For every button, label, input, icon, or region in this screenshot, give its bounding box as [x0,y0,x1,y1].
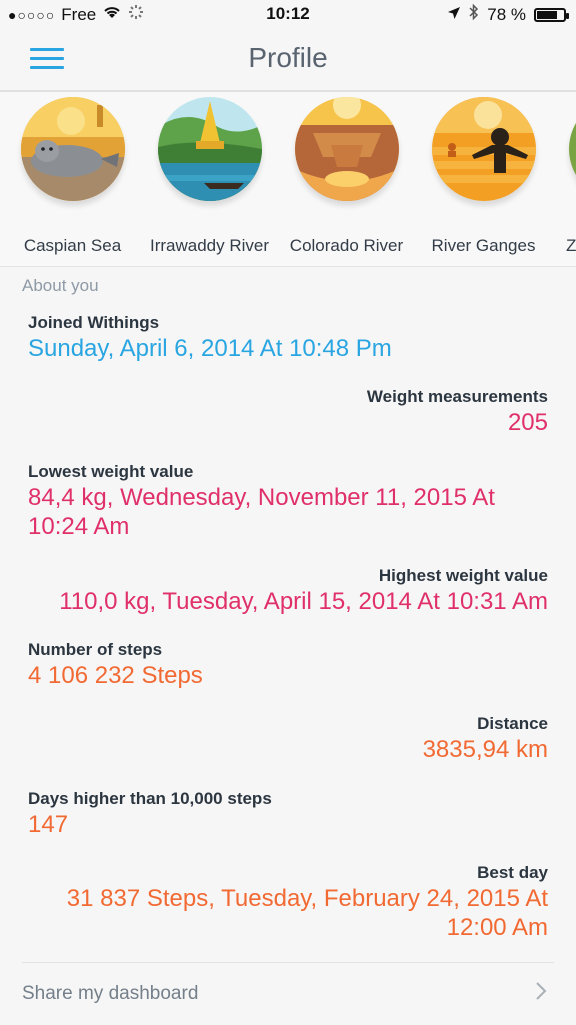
section-title: About you [22,276,99,296]
stat-best-day: Best day 31 837 Steps, Tuesday, February… [58,863,548,942]
page-title: Profile [0,42,576,74]
stat-label: Best day [58,863,548,883]
stat-highest-weight: Highest weight value 110,0 kg, Tuesday, … [28,566,548,616]
badge-label: River Ganges [415,236,552,256]
chevron-right-icon [534,980,548,1009]
navigation-bar: Profile [0,30,576,92]
stat-value: 3835,94 km [28,735,548,764]
stat-label: Joined Withings [28,313,548,333]
badge-label: Colorado River [278,236,415,256]
stat-value: 205 [28,408,548,437]
stat-label: Number of steps [28,640,548,660]
stat-value: 84,4 kg, Wednesday, November 11, 2015 At… [28,483,508,541]
battery-percent: 78 % [487,5,526,25]
stat-joined: Joined Withings Sunday, April 6, 2014 At… [28,313,548,363]
badge-label: Caspian Sea [4,236,141,256]
badge-colorado-river[interactable]: Colorado River [278,92,415,201]
badge-label: Z [566,236,576,256]
stat-value: Sunday, April 6, 2014 At 10:48 Pm [28,334,548,363]
stat-distance: Distance 3835,94 km [28,714,548,764]
badge-caspian-sea[interactable]: Caspian Sea [4,92,141,201]
stat-lowest-weight: Lowest weight value 84,4 kg, Wednesday, … [28,462,508,541]
battery-icon [534,8,566,22]
share-label: Share my dashboard [22,983,198,1005]
stat-label: Lowest weight value [28,462,508,482]
stat-steps: Number of steps 4 106 232 Steps [28,640,548,690]
badge-river-ganges[interactable]: River Ganges [415,92,552,201]
stat-value: 4 106 232 Steps [28,661,548,690]
bather-illustration-icon [432,97,536,201]
bluetooth-icon [469,4,479,25]
stat-value: 31 837 Steps, Tuesday, February 24, 2015… [58,884,548,942]
stat-value: 147 [28,810,548,839]
status-bar: ●○○○○ Free 10:12 78 % [0,0,576,30]
stat-label: Highest weight value [28,566,548,586]
location-arrow-icon [447,5,461,25]
stat-label: Distance [28,714,548,734]
seal-illustration-icon [21,97,125,201]
stat-label: Weight measurements [28,387,548,407]
badge-partial[interactable]: Z [552,92,576,201]
stat-value: 110,0 kg, Tuesday, April 15, 2014 At 10:… [28,587,548,616]
stat-weight-measurements: Weight measurements 205 [28,387,548,437]
stat-days-over-10000: Days higher than 10,000 steps 147 [28,789,548,839]
pagoda-illustration-icon [158,97,262,201]
stat-label: Days higher than 10,000 steps [28,789,548,809]
status-right: 78 % [447,4,566,25]
badge-label: Irrawaddy River [141,236,278,256]
canyon-illustration-icon [295,97,399,201]
share-dashboard-row[interactable]: Share my dashboard [22,962,554,1025]
badge-irrawaddy-river[interactable]: Irrawaddy River [141,92,278,201]
badges-carousel[interactable]: Caspian Sea Irrawaddy River [0,92,576,267]
partial-badge-icon [569,97,576,201]
